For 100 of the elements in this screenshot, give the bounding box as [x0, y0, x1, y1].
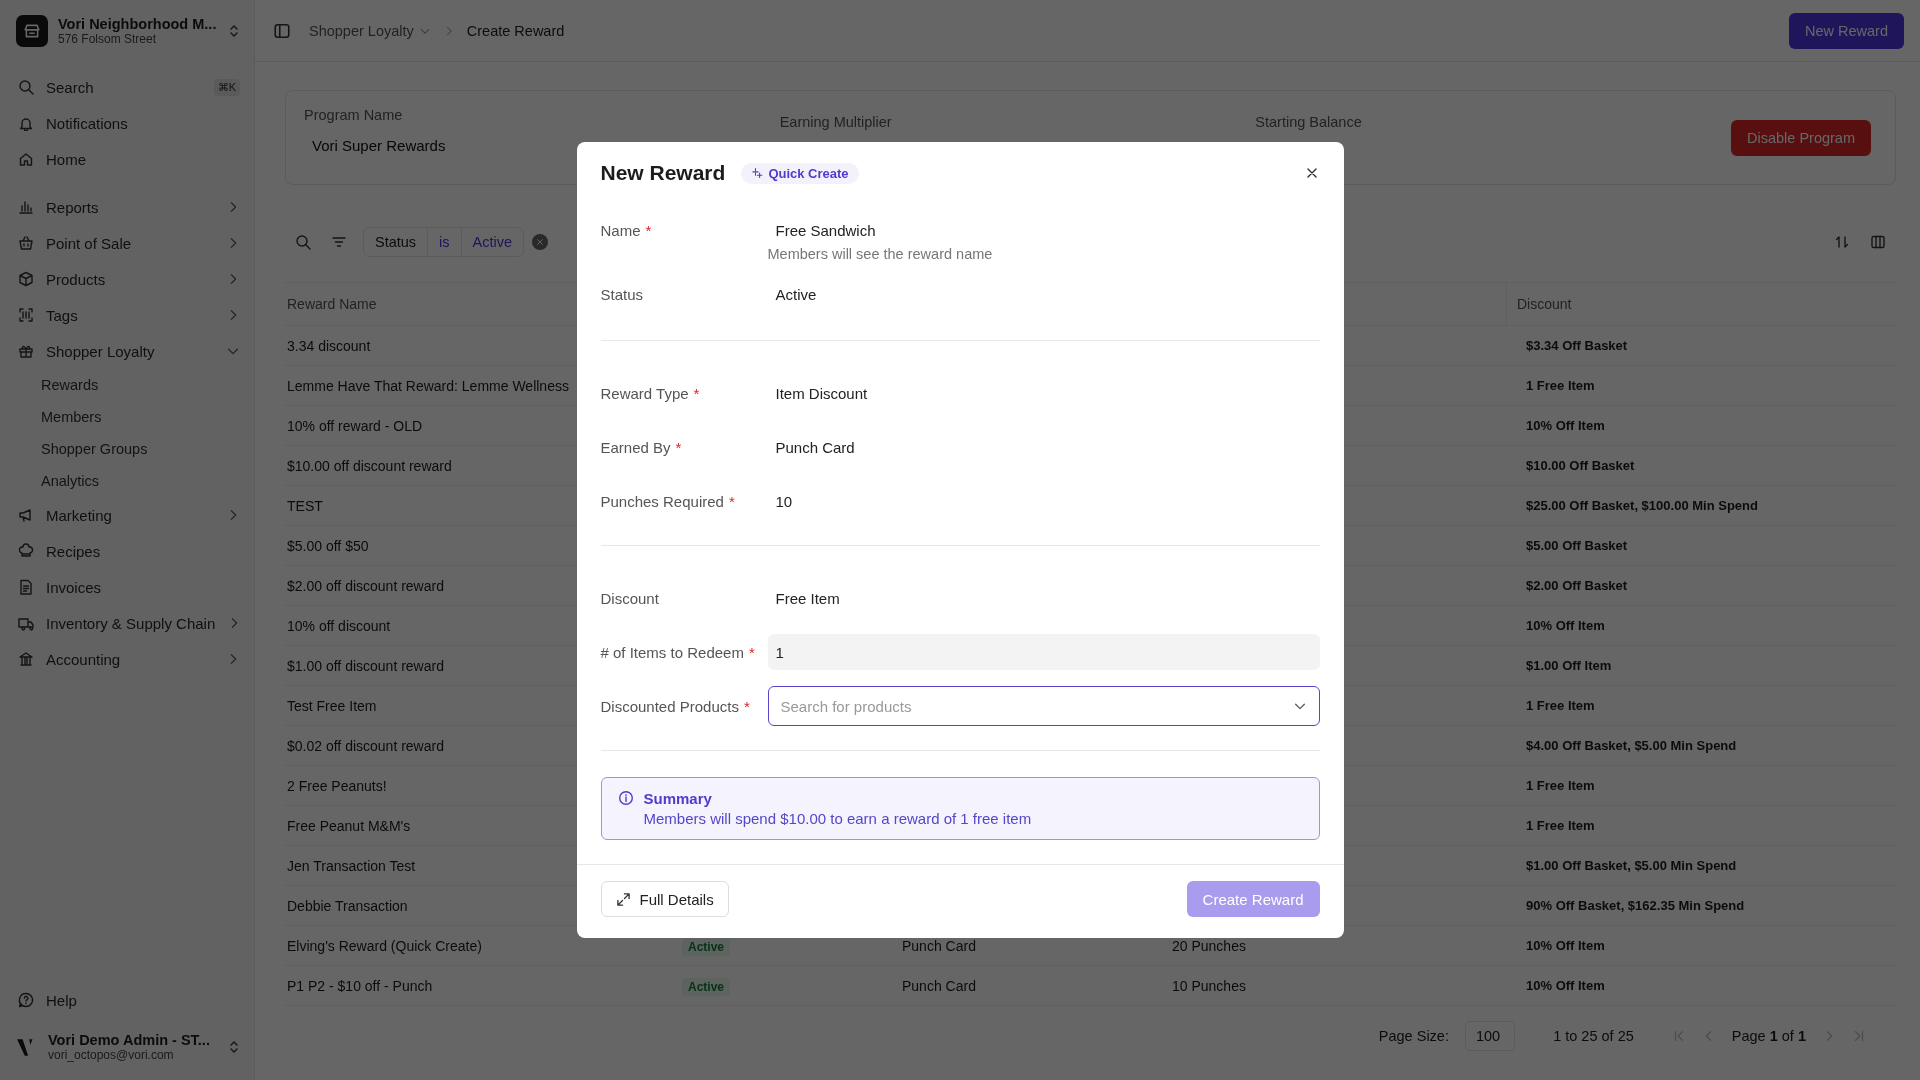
nav-item[interactable]: Shopper Loyalty	[14, 333, 244, 369]
info-icon	[617, 790, 634, 806]
store-address: 576 Folsom Street	[58, 32, 157, 46]
table-cell: 1 Free Item	[1526, 698, 1595, 713]
field-label: Name *	[600, 221, 653, 239]
scan-icon	[18, 307, 34, 323]
search-item[interactable]: Search ⌘K	[14, 69, 244, 105]
table-cell: 3.34 discount	[287, 337, 371, 354]
summary-text: Members will spend $10.00 to earn a reward of 1 free item	[643, 810, 1032, 827]
expand-icon	[615, 891, 631, 907]
table-cell: 1 Free Item	[1526, 818, 1595, 833]
nav-item[interactable]: Point of Sale	[14, 225, 244, 261]
page-range: 1 to 25 of 25	[1553, 1028, 1634, 1044]
filter-chip[interactable]: Status is Active	[363, 227, 525, 257]
table-cell: $5.00 Off Basket	[1526, 538, 1628, 553]
field-label: # of Items to Redeem *	[600, 643, 756, 661]
quick-create-badge: Quick Create	[741, 162, 859, 184]
store-name: Vori Neighborhood M...	[58, 16, 217, 32]
field-label: Starting Balance	[1255, 113, 1363, 130]
table-cell: 10% Off Item	[1526, 938, 1605, 953]
table-cell: $10.00 Off Basket	[1526, 458, 1635, 473]
help-item[interactable]: Help	[14, 982, 244, 1018]
nav-item[interactable]: Inventory & Supply Chain	[14, 605, 244, 641]
field-value[interactable]: 10	[767, 492, 793, 510]
page-size-select[interactable]: 100	[1464, 1021, 1516, 1051]
sparkle-icon	[751, 167, 764, 179]
page-size-label: Page Size:	[1378, 1028, 1449, 1044]
table-cell: Lemme Have That Reward: Lemme Wellness	[287, 377, 569, 394]
nav-item[interactable]: Reports	[14, 189, 244, 225]
nav-item[interactable]: Notifications	[14, 105, 244, 141]
dialog-title: New Reward	[600, 161, 726, 185]
document-icon	[18, 579, 34, 595]
table-cell: $0.02 off discount reward	[287, 737, 444, 754]
summary-title: Summary	[643, 790, 713, 807]
nav-item[interactable]: Products	[14, 261, 244, 297]
field-label: Discounted Products *	[600, 697, 751, 715]
quantity-input[interactable]: 1	[767, 634, 1320, 670]
page-indicator: Page 1 of 1	[1731, 1028, 1806, 1044]
table-cell: 1 Free Item	[1526, 378, 1595, 393]
nav-item[interactable]: Marketing	[14, 497, 244, 533]
search-icon[interactable]	[295, 234, 311, 250]
field-label: Earned By *	[600, 438, 683, 456]
columns-icon[interactable]	[1870, 234, 1886, 250]
storefront-icon	[23, 22, 41, 40]
search-icon	[18, 79, 34, 95]
table-cell: 10% Off Item	[1526, 418, 1605, 433]
truck-icon	[18, 615, 34, 631]
table-cell: Test Free Item	[287, 697, 377, 714]
megaphone-icon	[18, 507, 34, 523]
table-cell: Free Peanut M&M's	[287, 817, 411, 834]
nav-item[interactable]: Tags	[14, 297, 244, 333]
field-label: Earning Multiplier	[779, 113, 893, 130]
table-cell: Punch Card	[902, 937, 976, 954]
chef-hat-icon	[18, 543, 34, 559]
field-value[interactable]: Punch Card	[767, 438, 855, 456]
table-cell: 10% off discount	[287, 617, 391, 634]
nav-item[interactable]: Recipes	[14, 533, 244, 569]
field-value[interactable]: Active	[767, 285, 817, 303]
nav-item[interactable]: Invoices	[14, 569, 244, 605]
field-value[interactable]: Item Discount	[767, 384, 868, 402]
table-cell: Debbie Transaction	[287, 897, 408, 914]
table-cell: 1 Free Item	[1526, 778, 1595, 793]
home-icon	[18, 151, 34, 167]
table-cell: $2.00 Off Basket	[1526, 578, 1628, 593]
product-search-dropdown[interactable]: Search for products	[767, 686, 1320, 726]
nav-subitem[interactable]: Shopper Groups	[14, 433, 244, 465]
field-value[interactable]: Free Sandwich	[767, 221, 876, 239]
column-header[interactable]: Discount	[1506, 283, 1896, 325]
table-cell: $1.00 Off Item	[1526, 658, 1612, 673]
new-reward-button[interactable]: New Reward	[1789, 12, 1904, 49]
table-cell: 20 Punches	[1172, 937, 1246, 954]
nav-item[interactable]: Accounting	[14, 641, 244, 677]
field-label: Punches Required *	[600, 492, 736, 510]
bar-chart-icon	[18, 199, 34, 215]
filter-icon[interactable]	[331, 234, 347, 250]
nav-subitem[interactable]: Members	[14, 401, 244, 433]
table-cell: 10% Off Item	[1526, 618, 1605, 633]
nav-item[interactable]: Home	[14, 141, 244, 177]
full-details-button[interactable]: Full Details	[600, 881, 729, 917]
table-cell: 10 Punches	[1172, 977, 1246, 994]
sidebar-toggle-icon[interactable]	[273, 21, 291, 40]
table-cell: 2 Free Peanuts!	[287, 777, 387, 794]
breadcrumb-link[interactable]: Create Reward	[466, 22, 565, 39]
table-cell: P1 P2 - $10 off - Punch	[287, 977, 433, 994]
nav-subitem[interactable]: Analytics	[14, 465, 244, 497]
breadcrumb-link[interactable]: Shopper Loyalty	[309, 22, 431, 39]
nav-subitem[interactable]: Rewards	[14, 369, 244, 401]
shortcut-hint: ⌘K	[213, 78, 240, 96]
clear-filter-icon[interactable]	[532, 234, 549, 250]
sort-icon[interactable]	[1834, 234, 1850, 250]
help-icon	[18, 992, 34, 1008]
table-cell: $1.00 off discount reward	[287, 657, 444, 674]
status-badge: Active	[682, 977, 731, 996]
field-label: Status	[600, 285, 645, 303]
field-value[interactable]: Free Item	[767, 589, 840, 607]
basket-icon	[18, 235, 34, 251]
table-cell: $3.34 Off Basket	[1526, 338, 1628, 353]
gift-icon	[18, 343, 34, 359]
field-label: Reward Type *	[600, 384, 701, 402]
disable-program-button[interactable]: Disable Program	[1731, 119, 1871, 156]
